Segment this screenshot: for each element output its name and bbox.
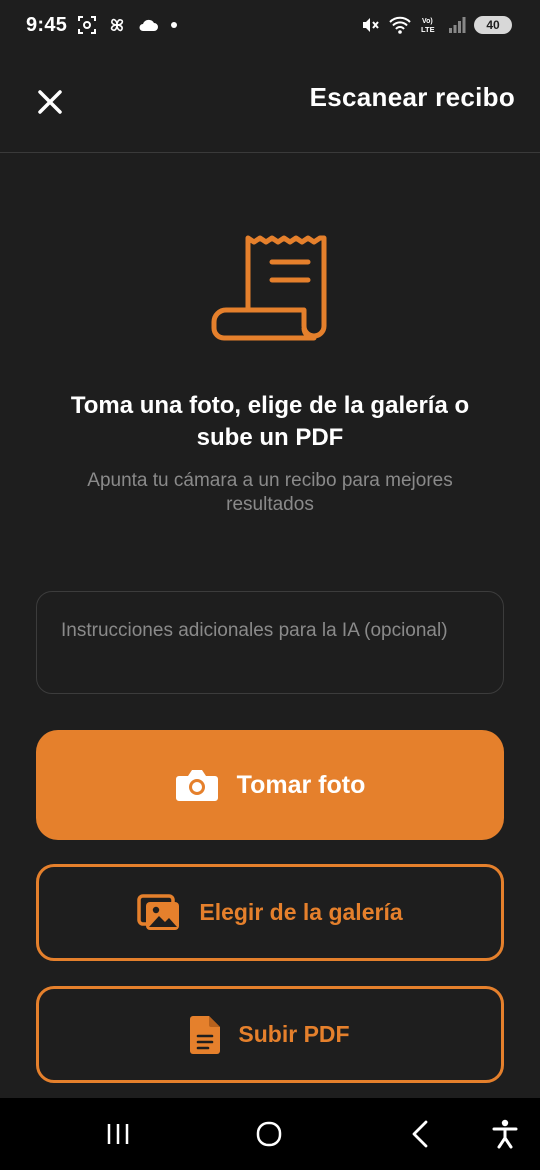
back-button[interactable] [404, 1116, 436, 1152]
gallery-button[interactable]: Elegir de la galería [36, 864, 504, 961]
camera-icon [175, 770, 218, 801]
dot-icon [171, 22, 178, 28]
upload-pdf-button[interactable]: Subir PDF [36, 986, 504, 1083]
instructions-field[interactable] [36, 591, 504, 694]
subline-line-1: Apunta tu cámara a un recibo para mejore… [87, 470, 453, 491]
status-left: 9:45 [26, 14, 179, 37]
accessibility-icon [492, 1119, 518, 1149]
mute-icon [363, 18, 379, 32]
home-icon [256, 1121, 282, 1147]
accessibility-button[interactable] [488, 1116, 522, 1152]
volte-lte-icon: Vo) LTE [421, 18, 435, 34]
gallery-icon [137, 893, 180, 930]
subline: Apunta tu cámara a un recibo para mejore… [50, 469, 490, 517]
headline-line-1: Toma una foto, elige de la galería o [70, 392, 470, 419]
svg-text:LTE: LTE [421, 25, 435, 34]
status-time: 9:45 [26, 13, 68, 36]
gallery-label: Elegir de la galería [199, 899, 403, 925]
home-button[interactable] [252, 1116, 286, 1152]
back-icon [412, 1120, 428, 1148]
take-photo-button[interactable]: Tomar foto [36, 730, 504, 840]
headline-line-2: sube un PDF [196, 424, 344, 451]
app-bar: Escanear recibo [0, 50, 540, 153]
battery-level: 40 [486, 18, 500, 32]
instructions-input[interactable] [61, 618, 479, 667]
close-button[interactable] [30, 82, 70, 122]
document-icon [190, 1015, 221, 1054]
page-title: Escanear recibo [309, 82, 515, 112]
close-icon [38, 90, 62, 114]
status-bar: 9:45 Vo) LTE 40 [0, 0, 540, 50]
receipt-icon [211, 235, 327, 341]
battery-indicator: 40 [474, 16, 512, 34]
recent-apps-icon [107, 1124, 129, 1144]
signal-icon [449, 17, 466, 33]
system-nav-bar [0, 1098, 540, 1170]
status-right: Vo) LTE 40 [360, 15, 512, 35]
upload-pdf-label: Subir PDF [238, 1021, 350, 1047]
recent-apps-button[interactable] [102, 1116, 134, 1152]
cloud-icon [139, 19, 159, 31]
svg-text:Vo): Vo) [422, 18, 433, 25]
subline-line-2: resultados [226, 494, 314, 515]
wifi-icon [389, 16, 411, 34]
headline: Toma una foto, elige de la galería o sub… [30, 390, 510, 454]
take-photo-label: Tomar foto [236, 770, 366, 799]
pinwheel-icon [111, 18, 124, 32]
screenshot-icon [78, 16, 97, 34]
